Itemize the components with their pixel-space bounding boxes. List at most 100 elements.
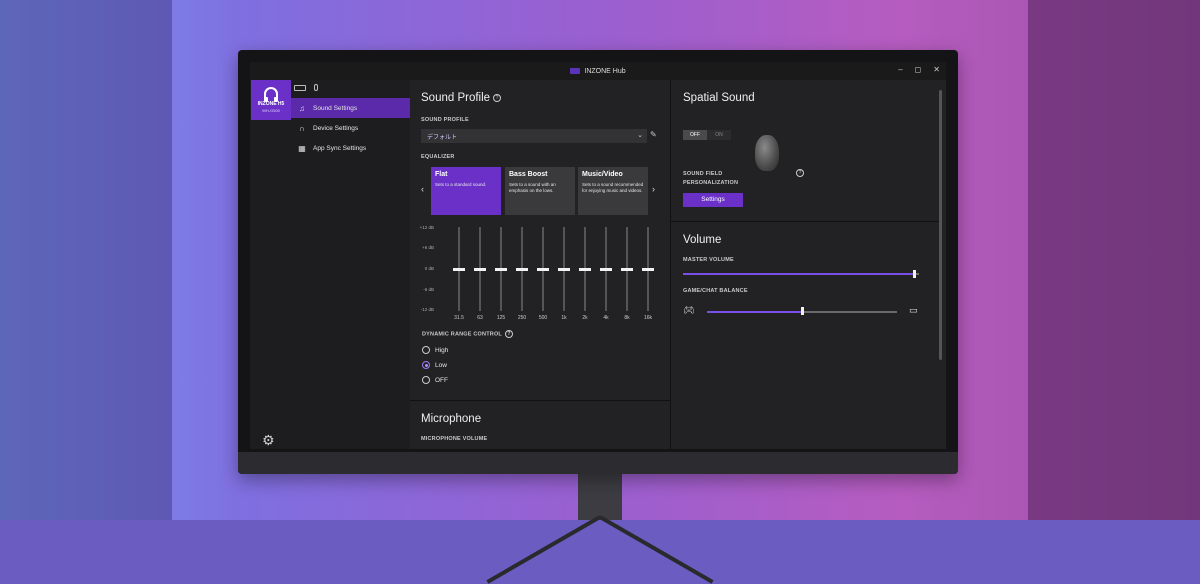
eq-slider-handle[interactable] — [558, 268, 570, 271]
headphones-icon: ∩ — [299, 123, 305, 133]
personalization-label-line-2: PERSONALIZATION — [683, 180, 739, 186]
sidebar-item-label: Device Settings — [313, 124, 359, 132]
preset-card-music-video[interactable]: Music/Video Sets to a sound recommended … — [578, 167, 648, 215]
balance-fill — [707, 311, 802, 313]
eq-frequency-label: 16k — [643, 315, 653, 321]
device-model: WH-G500 — [262, 108, 280, 113]
microphone-heading: Microphone — [421, 413, 482, 425]
master-volume-fill — [683, 273, 915, 275]
eq-frequency-label: 4k — [603, 315, 609, 321]
eq-slider-handle[interactable] — [453, 268, 465, 271]
eq-frequency-label: 8k — [624, 315, 630, 321]
sidebar-nav: ♫ Sound Settings ∩ Device Settings ▦ App… — [291, 98, 410, 158]
background-panel-right — [1028, 0, 1200, 520]
eq-slider-handle[interactable] — [579, 268, 591, 271]
drc-option-label: Low — [435, 361, 447, 369]
eq-frequency-label: 125 — [496, 315, 506, 321]
preset-title: Bass Boost — [509, 171, 548, 178]
master-volume-slider-handle[interactable] — [913, 270, 917, 278]
radio-button-selected[interactable] — [422, 361, 430, 369]
chevron-right-icon[interactable]: › — [652, 184, 655, 194]
section-divider — [671, 221, 941, 222]
preset-card-flat[interactable]: Flat Sets to a standard sound. — [431, 167, 501, 215]
device-name: INZONE H5 — [257, 101, 285, 107]
spatial-sound-toggle[interactable]: OFF ON — [683, 130, 731, 140]
eq-slider-handle[interactable] — [621, 268, 633, 271]
game-chat-balance-label: GAME/CHAT BALANCE — [683, 288, 748, 294]
pencil-icon[interactable]: ✎ — [650, 130, 657, 139]
preset-title: Music/Video — [582, 171, 623, 178]
window-title: INZONE Hub — [584, 67, 626, 75]
sidebar: INZONE H5 WH-G500 ♫ Sound Settings ∩ Dev… — [250, 80, 410, 449]
radio-button[interactable] — [422, 346, 430, 354]
db-label: -12 dB — [420, 307, 434, 312]
preset-card-bass-boost[interactable]: Bass Boost Sets to a sound with an empha… — [505, 167, 575, 215]
sidebar-item-app-sync-settings[interactable]: ▦ App Sync Settings — [291, 138, 410, 158]
maximize-button[interactable]: ◻ — [915, 65, 922, 74]
sound-profile-heading: Sound Profile? — [421, 92, 502, 104]
drc-heading: DYNAMIC RANGE CONTROL? — [422, 330, 513, 338]
device-status-icons — [294, 83, 318, 91]
toggle-on-option[interactable]: ON — [707, 130, 731, 140]
eq-slider-handle[interactable] — [495, 268, 507, 271]
eq-slider-handle[interactable] — [600, 268, 612, 271]
help-icon[interactable]: ? — [796, 169, 804, 177]
battery-icon — [294, 85, 306, 91]
drc-option-label: High — [435, 346, 449, 354]
personalization-settings-button[interactable]: Settings — [683, 193, 743, 207]
sound-profile-dropdown[interactable]: デフォルト ⌄ — [421, 129, 647, 143]
preset-title: Flat — [435, 171, 448, 178]
sidebar-item-label: Sound Settings — [313, 104, 358, 112]
headset-icon — [264, 87, 278, 102]
inzone-hub-window: INZONE Hub – ◻ ✕ INZONE H5 WH-G500 ♫ Sou… — [250, 62, 946, 449]
balance-slider-handle[interactable] — [801, 307, 804, 315]
sidebar-item-sound-settings[interactable]: ♫ Sound Settings — [291, 98, 410, 118]
device-tile[interactable]: INZONE H5 WH-G500 — [251, 80, 291, 120]
sound-profile-panel: Sound Profile? SOUND PROFILE デフォルト ⌄ ✎ E… — [410, 80, 670, 449]
sidebar-item-device-settings[interactable]: ∩ Device Settings — [291, 118, 410, 138]
help-icon[interactable]: ? — [493, 93, 502, 102]
master-volume-label: MASTER VOLUME — [683, 257, 734, 263]
personalization-label-line-1: SOUND FIELD — [683, 171, 723, 177]
eq-frequency-label: 2k — [582, 315, 588, 321]
monitor-stand-leg-right — [599, 515, 714, 584]
head-model-image — [755, 135, 779, 171]
radio-button[interactable] — [422, 376, 430, 384]
drc-option-low[interactable]: Low — [422, 361, 447, 369]
help-icon[interactable]: ? — [504, 330, 513, 338]
db-label: 0 dB — [424, 266, 434, 271]
sound-profile-title: Sound Profile — [421, 92, 491, 104]
chevron-down-icon: ⌄ — [637, 132, 643, 139]
scrollbar[interactable] — [939, 90, 942, 360]
eq-slider-handle[interactable] — [474, 268, 486, 271]
gear-icon[interactable]: ⚙ — [262, 432, 275, 449]
drc-option-high[interactable]: High — [422, 346, 448, 354]
chevron-left-icon[interactable]: ‹ — [421, 184, 424, 194]
eq-frequency-label: 250 — [517, 315, 527, 321]
sidebar-item-label: App Sync Settings — [313, 144, 367, 152]
right-panel: Spatial Sound OFF ON SOUND FIELD PERSONA… — [671, 80, 941, 449]
drc-option-label: OFF — [435, 376, 448, 384]
monitor-stand — [578, 470, 622, 520]
minimize-button[interactable]: – — [898, 65, 902, 74]
db-label: -6 dB — [423, 287, 434, 292]
gamepad-icon: 🎮︎ — [683, 305, 695, 315]
close-button[interactable]: ✕ — [933, 65, 940, 74]
eq-slider-handle[interactable] — [642, 268, 654, 271]
eq-frequency-label: 500 — [538, 315, 548, 321]
microphone-volume-label: MICROPHONE VOLUME — [421, 436, 488, 442]
eq-slider-handle[interactable] — [537, 268, 549, 271]
eq-slider-handle[interactable] — [516, 268, 528, 271]
toggle-off-option[interactable]: OFF — [683, 130, 707, 140]
drc-option-off[interactable]: OFF — [422, 376, 448, 384]
drc-label: DYNAMIC RANGE CONTROL — [422, 331, 502, 338]
preset-description: Sets to a sound recommended for enjoying… — [582, 182, 644, 193]
volume-heading: Volume — [683, 234, 722, 246]
preset-description: Sets to a sound with an emphasis on the … — [509, 182, 556, 193]
monitor-stand-leg-left — [486, 515, 601, 584]
window-controls: – ◻ ✕ — [898, 65, 940, 74]
sound-profile-label: SOUND PROFILE — [421, 117, 469, 123]
section-divider — [410, 400, 670, 401]
eq-frequency-label: 1k — [561, 315, 567, 321]
grid-icon: ▦ — [298, 143, 306, 153]
